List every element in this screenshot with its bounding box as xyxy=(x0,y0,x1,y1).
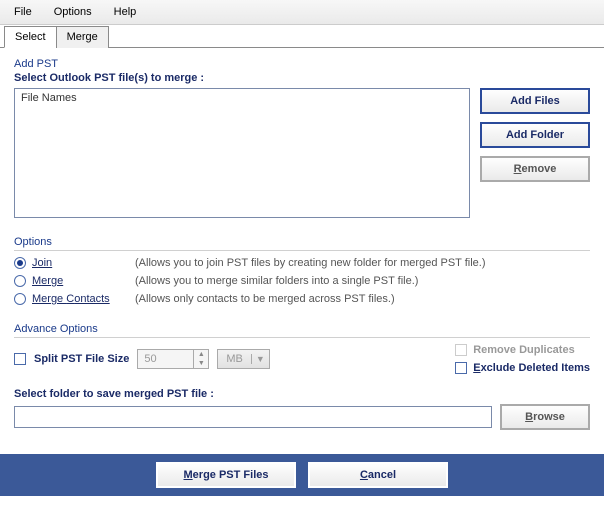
merge-desc: (Allows you to merge similar folders int… xyxy=(135,275,418,287)
file-list[interactable]: File Names xyxy=(14,88,470,218)
radio-join[interactable] xyxy=(14,257,26,269)
split-checkbox[interactable] xyxy=(14,353,26,365)
menu-help[interactable]: Help xyxy=(104,3,147,21)
menu-file[interactable]: File xyxy=(4,3,42,21)
radio-merge[interactable] xyxy=(14,275,26,287)
split-size-value: 50 xyxy=(138,350,193,368)
tab-select[interactable]: Select xyxy=(4,26,57,48)
split-size-spinner: 50 ▲ ▼ xyxy=(137,349,209,369)
radio-contacts-label: Merge Contacts xyxy=(32,293,135,305)
remove-dup-label: Remove Duplicates xyxy=(473,344,574,356)
radio-contacts[interactable] xyxy=(14,293,26,305)
chevron-down-icon: ▼ xyxy=(194,359,208,368)
save-path-input[interactable] xyxy=(14,406,492,428)
browse-button[interactable]: Browse xyxy=(500,404,590,430)
join-desc: (Allows you to join PST files by creatin… xyxy=(135,257,486,269)
chevron-up-icon: ▲ xyxy=(194,350,208,359)
add-files-button[interactable]: Add Files xyxy=(480,88,590,114)
footer: Merge PST Files Cancel xyxy=(0,454,604,496)
remove-dup-checkbox xyxy=(455,344,467,356)
radio-join-label: Join xyxy=(32,257,135,269)
cancel-button[interactable]: Cancel xyxy=(308,462,448,488)
chevron-down-icon: ▼ xyxy=(251,354,269,364)
addpst-title: Add PST xyxy=(14,58,590,70)
add-folder-button[interactable]: Add Folder xyxy=(480,122,590,148)
unit-combo: MB ▼ xyxy=(217,349,270,369)
radio-merge-label: Merge xyxy=(32,275,135,287)
menu-options[interactable]: Options xyxy=(44,3,102,21)
merge-pst-button[interactable]: Merge PST Files xyxy=(156,462,296,488)
split-label: Split PST File Size xyxy=(34,353,129,365)
options-title: Options xyxy=(14,236,590,251)
contacts-desc: (Allows only contacts to be merged acros… xyxy=(135,293,395,305)
unit-value: MB xyxy=(218,353,251,365)
tab-merge[interactable]: Merge xyxy=(56,26,109,48)
menubar: File Options Help xyxy=(0,0,604,25)
exclude-deleted-label: Exclude Deleted Items xyxy=(473,362,590,374)
addpst-subtitle: Select Outlook PST file(s) to merge : xyxy=(14,72,590,84)
exclude-deleted-checkbox[interactable] xyxy=(455,362,467,374)
file-list-header: File Names xyxy=(21,92,77,104)
save-label: Select folder to save merged PST file : xyxy=(14,388,590,400)
remove-button[interactable]: Remove xyxy=(480,156,590,182)
advance-title: Advance Options xyxy=(14,323,590,338)
tab-bar: Select Merge xyxy=(0,25,604,48)
content-area: Add PST Select Outlook PST file(s) to me… xyxy=(0,48,604,440)
